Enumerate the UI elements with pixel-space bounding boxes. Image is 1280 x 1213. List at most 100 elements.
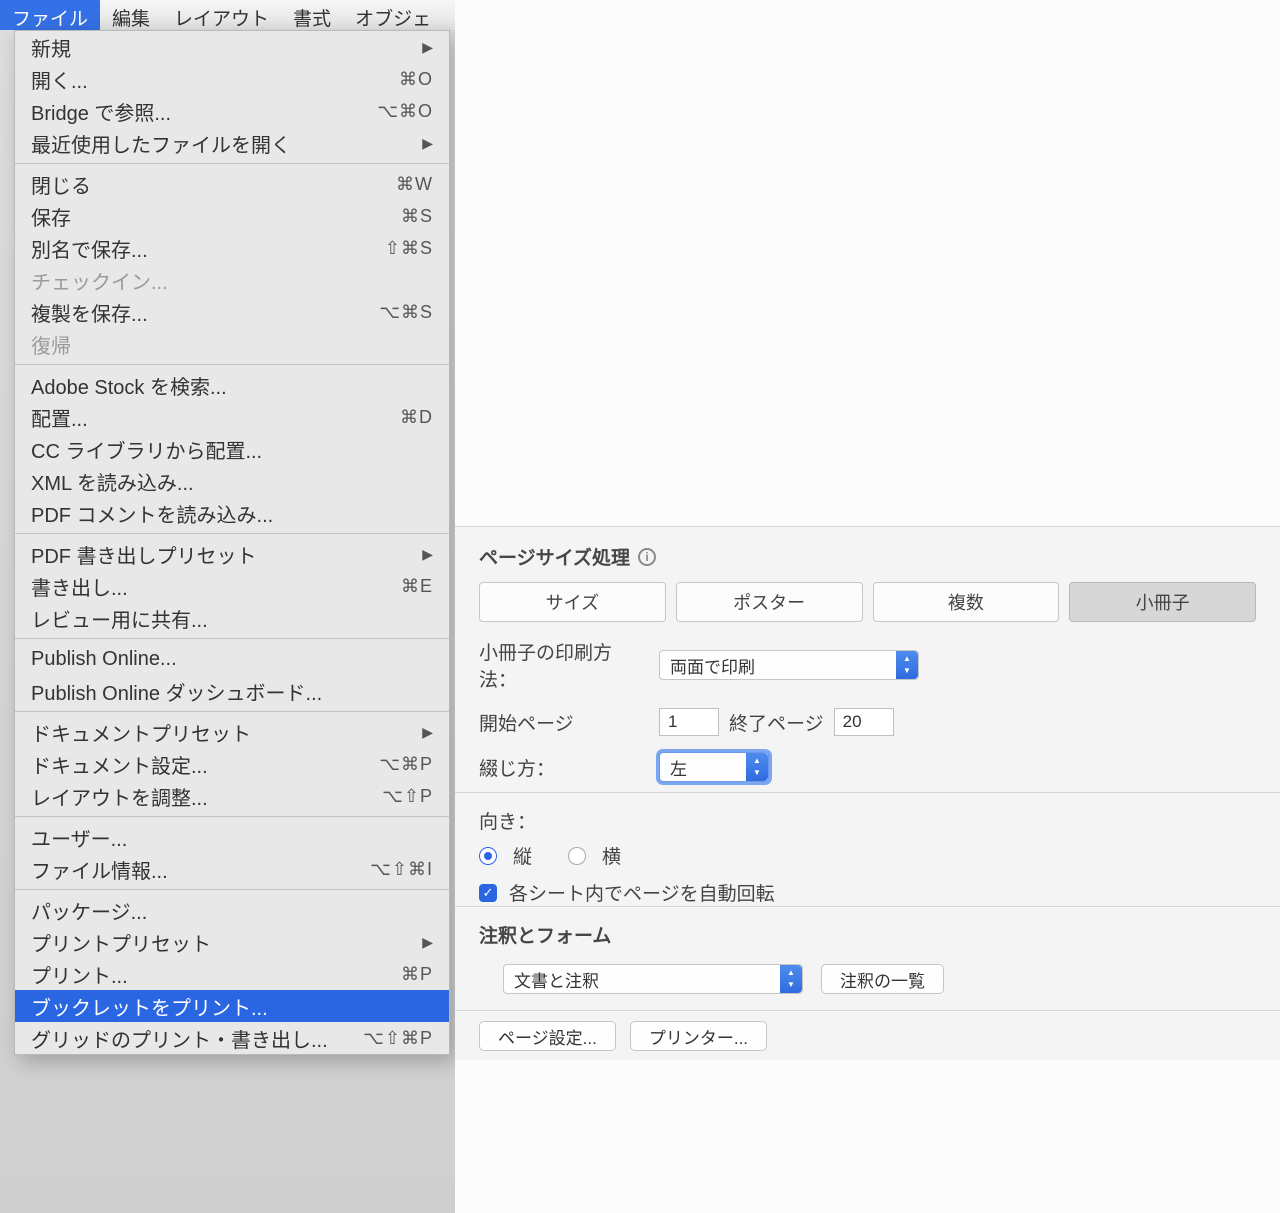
menu-item-label: 最近使用したファイルを開く [31, 129, 291, 158]
file-menu-item[interactable]: XML を読み込み... [15, 465, 449, 497]
file-menu-item[interactable]: 新規 ▶ [15, 31, 449, 63]
file-menu-item[interactable]: 開く...⌘O [15, 63, 449, 95]
file-menu-item[interactable]: ドキュメントプリセット▶ [15, 716, 449, 748]
file-menu-item[interactable]: ドキュメント設定... ⌥⌘P [15, 748, 449, 780]
seg-size[interactable]: サイズ [479, 582, 666, 622]
start-page-label: 開始ページ [479, 709, 649, 736]
seg-booklet[interactable]: 小冊子 [1069, 582, 1256, 622]
menubar-tab-object[interactable]: オブジェ [343, 0, 443, 30]
dropdown-arrow-icon [780, 965, 802, 993]
file-menu-item[interactable]: 閉じる⌘W [15, 168, 449, 200]
auto-rotate-checkbox[interactable]: ✓ [479, 884, 497, 902]
menu-item-label: 新規 [31, 33, 71, 62]
booklet-method-select[interactable]: 両面で印刷 [659, 650, 919, 680]
file-menu-item[interactable]: Adobe Stock を検索... [15, 369, 449, 401]
page-size-segment: サイズ ポスター 複数 小冊子 [479, 582, 1256, 622]
print-dialog-area: ページサイズ処理 i サイズ ポスター 複数 小冊子 小冊子の印刷方法： 両面で… [455, 0, 1280, 1213]
booklet-method-value: 両面で印刷 [670, 653, 755, 678]
seg-poster[interactable]: ポスター [676, 582, 863, 622]
menu-item-label: PDF コメントを読み込み... [31, 499, 273, 528]
dropdown-arrow-icon [896, 651, 918, 679]
menu-item-shortcut: ⌘D [400, 407, 433, 428]
file-menu-item[interactable]: レビュー用に共有... [15, 602, 449, 634]
file-menu-item[interactable]: 配置...⌘D [15, 401, 449, 433]
menu-item-shortcut: ⌥⇧P [382, 786, 433, 807]
file-menu-item[interactable]: ユーザー... [15, 821, 449, 853]
menu-item-label: PDF 書き出しプリセット [31, 540, 257, 569]
menu-item-label: ユーザー... [31, 823, 127, 852]
submenu-arrow-icon: ▶ [422, 39, 433, 56]
start-page-input[interactable] [659, 708, 719, 736]
menu-item-label: パッケージ... [31, 896, 147, 925]
end-page-input[interactable] [834, 708, 894, 736]
menu-item-label: レビュー用に共有... [31, 604, 208, 633]
menubar-tab-edit[interactable]: 編集 [100, 0, 162, 30]
menu-item-shortcut: ⌘W [396, 174, 433, 195]
annotations-select[interactable]: 文書と注釈 [503, 964, 803, 994]
menubar-tab-format[interactable]: 書式 [281, 0, 343, 30]
orientation-landscape-radio[interactable] [568, 847, 586, 865]
menu-item-label: ファイル情報... [31, 855, 168, 884]
menubar: ファイル 編集 レイアウト 書式 オブジェ [0, 0, 455, 30]
orientation-label: 向き： [479, 807, 536, 834]
file-menu-item[interactable]: PDF コメントを読み込み... [15, 497, 449, 529]
menubar-tab-file[interactable]: ファイル [0, 0, 100, 30]
menu-item-shortcut: ⌥⇧⌘P [363, 1028, 433, 1049]
menu-item-label: Publish Online... [31, 648, 177, 671]
file-menu-item[interactable]: ファイル情報... ⌥⇧⌘I [15, 853, 449, 885]
file-menu-item[interactable]: パッケージ... [15, 894, 449, 926]
file-menu-item[interactable]: レイアウトを調整... ⌥⇧P [15, 780, 449, 812]
orientation-portrait-label: 縦 [513, 842, 532, 869]
file-menu-item[interactable]: プリント...⌘P [15, 958, 449, 990]
menu-item-shortcut: ⌘P [401, 964, 433, 985]
file-menu-item[interactable]: 複製を保存...⌥⌘S [15, 296, 449, 328]
orientation-portrait-radio[interactable] [479, 847, 497, 865]
file-menu-dropdown: 新規 ▶ 開く...⌘OBridge で参照...⌥⌘O最近使用したファイルを開く ▶… [14, 30, 450, 1055]
seg-multiple[interactable]: 複数 [873, 582, 1060, 622]
binding-select[interactable]: 左 [659, 752, 769, 782]
file-menu-item[interactable]: 最近使用したファイルを開く ▶ [15, 127, 449, 159]
menu-item-label: Bridge で参照... [31, 97, 171, 126]
file-menu-item[interactable]: Publish Online... [15, 643, 449, 675]
menu-item-label: 復帰 [31, 330, 71, 359]
menu-item-label: Publish Online ダッシュボード... [31, 677, 322, 706]
submenu-arrow-icon: ▶ [422, 724, 433, 741]
page-size-title-row: ページサイズ処理 i [479, 543, 1256, 570]
file-menu-item[interactable]: プリントプリセット▶ [15, 926, 449, 958]
page-size-title: ページサイズ処理 [479, 543, 630, 570]
file-menu-item[interactable]: CC ライブラリから配置... [15, 433, 449, 465]
page-size-panel: ページサイズ処理 i サイズ ポスター 複数 小冊子 小冊子の印刷方法： 両面で… [455, 526, 1280, 792]
orientation-landscape-label: 横 [602, 842, 621, 869]
file-menu-item[interactable]: グリッドのプリント・書き出し...⌥⇧⌘P [15, 1022, 449, 1054]
menu-item-shortcut: ⌘S [401, 206, 433, 227]
menubar-tab-layout[interactable]: レイアウト [162, 0, 281, 30]
menu-item-shortcut: ⌥⌘S [379, 302, 433, 323]
menu-item-shortcut: ⌘E [401, 576, 433, 597]
file-menu-item[interactable]: PDF 書き出しプリセット ▶ [15, 538, 449, 570]
binding-value: 左 [670, 755, 687, 780]
annotations-select-value: 文書と注釈 [514, 967, 599, 992]
page-setup-button[interactable]: ページ設定... [479, 1021, 616, 1051]
menu-item-label: ドキュメント設定... [31, 750, 208, 779]
annotations-title: 注釈とフォーム [479, 921, 1256, 948]
end-page-label: 終了ページ [729, 709, 824, 736]
submenu-arrow-icon: ▶ [422, 135, 433, 152]
dropdown-arrow-icon [746, 753, 768, 781]
file-menu-item[interactable]: 書き出し...⌘E [15, 570, 449, 602]
file-menu-item[interactable]: Publish Online ダッシュボード... [15, 675, 449, 707]
menu-area: ファイル 編集 レイアウト 書式 オブジェ 新規 ▶ 開く...⌘OBridge で… [0, 0, 455, 1213]
submenu-arrow-icon: ▶ [422, 546, 433, 563]
file-menu-item: 復帰 [15, 328, 449, 360]
info-icon[interactable]: i [638, 548, 656, 566]
file-menu-item[interactable]: Bridge で参照...⌥⌘O [15, 95, 449, 127]
file-menu-item[interactable]: 保存⌘S [15, 200, 449, 232]
menu-item-shortcut: ⌥⇧⌘I [370, 859, 433, 880]
printer-button[interactable]: プリンター... [630, 1021, 767, 1051]
auto-rotate-label: 各シート内でページを自動回転 [509, 879, 775, 906]
menu-item-shortcut: ⌥⌘P [379, 754, 433, 775]
menu-item-label: レイアウトを調整... [31, 782, 208, 811]
booklet-method-label: 小冊子の印刷方法： [479, 638, 649, 692]
file-menu-item[interactable]: 別名で保存...⇧⌘S [15, 232, 449, 264]
annotations-list-button[interactable]: 注釈の一覧 [821, 964, 944, 994]
file-menu-item[interactable]: ブックレットをプリント... [15, 990, 449, 1022]
